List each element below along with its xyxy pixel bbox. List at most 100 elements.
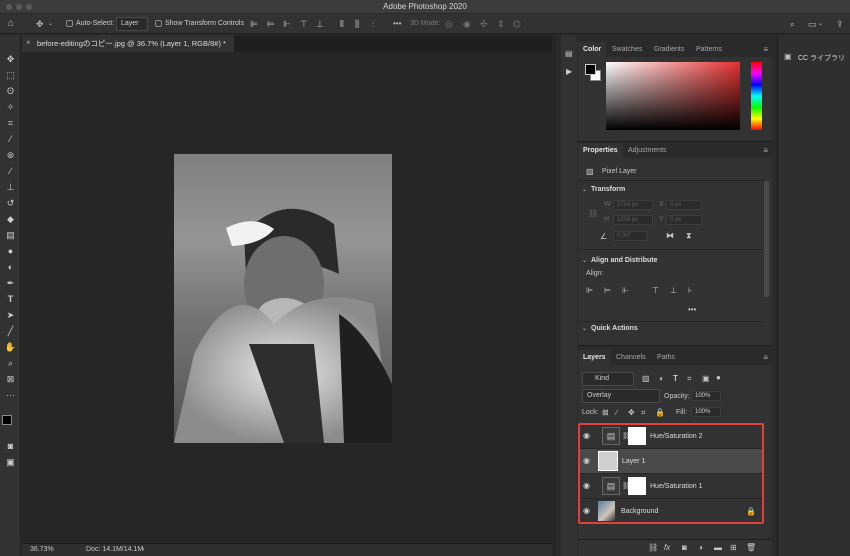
auto-select-dropdown[interactable]: Layer bbox=[116, 17, 148, 31]
filter-pixel-icon[interactable]: ▨ bbox=[642, 374, 650, 383]
distribute-center-icon[interactable]: ⫼ bbox=[355, 14, 359, 34]
link-layers-icon[interactable]: ⛓ bbox=[648, 543, 658, 552]
dodge-tool-icon[interactable]: ◐ bbox=[4, 261, 17, 274]
align-top-icon[interactable]: ⊤ bbox=[652, 286, 659, 295]
foreground-color-swatch[interactable] bbox=[2, 415, 12, 425]
panel-menu-icon[interactable]: ≡ bbox=[763, 143, 768, 158]
frame-tool-icon[interactable]: ⊠ bbox=[4, 373, 17, 386]
show-transform-checkbox[interactable] bbox=[155, 20, 162, 27]
align-middle-icon[interactable]: ⊥ bbox=[316, 14, 324, 34]
chevron-down-icon[interactable]: ⌄ bbox=[582, 257, 587, 264]
new-group-icon[interactable]: ▬ bbox=[714, 543, 722, 552]
align-right-icon[interactable]: ⊩ bbox=[622, 286, 629, 295]
opacity-input[interactable]: 100% bbox=[691, 391, 721, 401]
hue-slider[interactable] bbox=[751, 62, 762, 130]
distribute-right-icon[interactable]: ⫶ bbox=[372, 14, 374, 34]
properties-scrollbar[interactable] bbox=[764, 181, 769, 297]
align-right-icon[interactable]: ⊩ bbox=[283, 14, 291, 34]
lock-all-icon[interactable]: 🔒 bbox=[655, 408, 665, 417]
tab-swatches[interactable]: Swatches bbox=[612, 42, 642, 57]
more-options-icon[interactable]: ••• bbox=[393, 14, 401, 34]
crop-tool-icon[interactable]: ⌗ bbox=[4, 117, 17, 130]
pen-tool-icon[interactable]: ✒ bbox=[4, 277, 17, 290]
layer-filter-kind[interactable]: Kind bbox=[582, 372, 634, 386]
fx-icon[interactable]: fx bbox=[664, 543, 670, 552]
filter-toggle-icon[interactable]: ● bbox=[716, 373, 721, 382]
transform-header[interactable]: Transform bbox=[591, 186, 625, 193]
lock-artboard-icon[interactable]: ⌗ bbox=[641, 408, 646, 418]
align-distribute-header[interactable]: Align and Distribute bbox=[591, 257, 658, 264]
filter-adjustment-icon[interactable]: ◑ bbox=[658, 374, 663, 383]
fill-input[interactable]: 100% bbox=[691, 407, 721, 417]
healing-brush-icon[interactable]: ⊛ bbox=[4, 149, 17, 162]
window-close-button[interactable] bbox=[6, 4, 12, 10]
delete-layer-icon[interactable]: 🗑 bbox=[746, 543, 756, 552]
filter-smart-object-icon[interactable]: ▣ bbox=[702, 374, 710, 383]
screen-mode-icon[interactable]: ▣ bbox=[4, 456, 17, 469]
link-icon[interactable]: ⛓ bbox=[588, 209, 598, 218]
cc-libraries-label[interactable]: CC ライブラリ bbox=[798, 53, 845, 63]
blur-tool-icon[interactable]: ● bbox=[4, 245, 17, 258]
align-top-icon[interactable]: ⊤ bbox=[300, 14, 308, 34]
close-icon[interactable]: × bbox=[26, 38, 31, 47]
blend-mode-dropdown[interactable]: Overlay bbox=[582, 389, 660, 403]
height-input[interactable]: 1200 px bbox=[613, 215, 653, 225]
history-icon[interactable]: ▤ bbox=[565, 49, 573, 58]
status-chevron-icon[interactable]: › bbox=[142, 544, 144, 556]
width-input[interactable]: 1754 px bbox=[613, 200, 653, 210]
document-tab[interactable]: before-editingのコピー.jpg @ 36.7% (Layer 1,… bbox=[22, 35, 234, 52]
history-brush-icon[interactable]: ↺ bbox=[4, 197, 17, 210]
align-center-icon[interactable]: ⊨ bbox=[267, 14, 275, 34]
panel-dock-collapse[interactable] bbox=[553, 35, 561, 556]
3d-scale-icon[interactable]: ⌬ bbox=[513, 14, 521, 34]
chevron-down-icon[interactable]: ⌄ bbox=[818, 14, 823, 34]
lock-position-icon[interactable]: ✥ bbox=[628, 408, 635, 417]
document-image[interactable] bbox=[174, 154, 392, 443]
3d-roll-icon[interactable]: ◉ bbox=[463, 14, 471, 34]
tab-layers[interactable]: Layers bbox=[578, 350, 611, 365]
auto-select-checkbox[interactable] bbox=[66, 20, 73, 27]
distribute-icon[interactable]: ⫴ bbox=[340, 14, 344, 34]
color-field[interactable] bbox=[606, 62, 740, 130]
quick-mask-icon[interactable]: ◙ bbox=[4, 440, 17, 453]
align-vertical-center-icon[interactable]: ⊥ bbox=[670, 286, 677, 295]
tab-gradients[interactable]: Gradients bbox=[654, 42, 684, 57]
panel-menu-icon[interactable]: ≡ bbox=[763, 42, 768, 57]
chevron-down-icon[interactable]: ⌄ bbox=[48, 14, 53, 34]
new-adjustment-icon[interactable]: ◑ bbox=[698, 543, 703, 552]
clone-stamp-icon[interactable]: ⊥ bbox=[4, 181, 17, 194]
flip-horizontal-icon[interactable]: ⧓ bbox=[666, 231, 674, 240]
flip-vertical-icon[interactable]: ⧗ bbox=[686, 231, 692, 241]
align-bottom-icon[interactable]: ⊦ bbox=[688, 286, 692, 295]
move-icon[interactable]: ✥ bbox=[36, 14, 44, 34]
move-tool-icon[interactable]: ✥ bbox=[4, 53, 17, 66]
filter-shape-icon[interactable]: ⌗ bbox=[687, 374, 692, 384]
3d-drag-icon[interactable]: ✣ bbox=[480, 14, 488, 34]
share-icon[interactable]: ⇪ bbox=[836, 14, 844, 34]
search-icon[interactable]: ⌕ bbox=[790, 14, 795, 34]
gradient-tool-icon[interactable]: ▤ bbox=[4, 229, 17, 242]
zoom-tool-icon[interactable]: ⌕ bbox=[4, 357, 17, 370]
window-zoom-button[interactable] bbox=[26, 4, 32, 10]
quick-actions-header[interactable]: Quick Actions bbox=[591, 325, 638, 332]
x-input[interactable]: 0 px bbox=[666, 200, 702, 210]
home-icon[interactable]: ⌂ bbox=[8, 14, 14, 34]
foreground-color-swatch[interactable] bbox=[585, 64, 596, 75]
chevron-down-icon[interactable]: ⌄ bbox=[582, 325, 587, 332]
path-selection-icon[interactable]: ➤ bbox=[4, 309, 17, 322]
y-input[interactable]: 0 px bbox=[666, 215, 702, 225]
tab-patterns[interactable]: Patterns bbox=[696, 42, 722, 57]
lasso-tool-icon[interactable]: ʘ bbox=[4, 85, 17, 98]
angle-input[interactable]: 0.00° bbox=[613, 231, 647, 241]
filter-type-icon[interactable]: T bbox=[673, 374, 678, 383]
align-left-icon[interactable]: ⊫ bbox=[586, 286, 593, 295]
align-horizontal-center-icon[interactable]: ⊨ bbox=[604, 286, 611, 295]
marquee-tool-icon[interactable]: ⬚ bbox=[4, 69, 17, 82]
window-minimize-button[interactable] bbox=[16, 4, 22, 10]
workspace-icon[interactable]: ▭ bbox=[808, 14, 817, 34]
lock-transparent-icon[interactable]: ⊠ bbox=[602, 408, 609, 417]
magic-wand-icon[interactable]: ✧ bbox=[4, 101, 17, 114]
tab-color[interactable]: Color bbox=[578, 42, 607, 57]
cc-libraries-icon[interactable]: ▣ bbox=[784, 52, 792, 61]
3d-rotate-icon[interactable]: ◎ bbox=[445, 14, 453, 34]
